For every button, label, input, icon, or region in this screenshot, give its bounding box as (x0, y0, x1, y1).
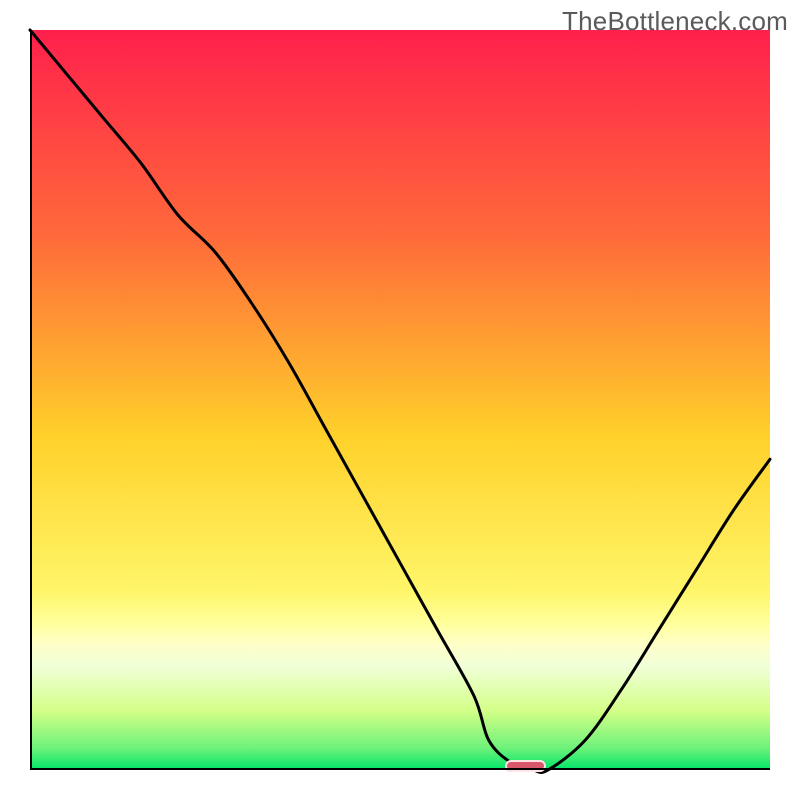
plot-area (30, 30, 770, 770)
bottleneck-curve (30, 30, 770, 772)
chart-container: TheBottleneck.com (0, 0, 800, 800)
x-axis (30, 768, 770, 770)
y-axis (30, 30, 32, 770)
curve-layer (30, 30, 770, 770)
optimal-marker (505, 760, 546, 772)
watermark-text: TheBottleneck.com (562, 6, 788, 37)
